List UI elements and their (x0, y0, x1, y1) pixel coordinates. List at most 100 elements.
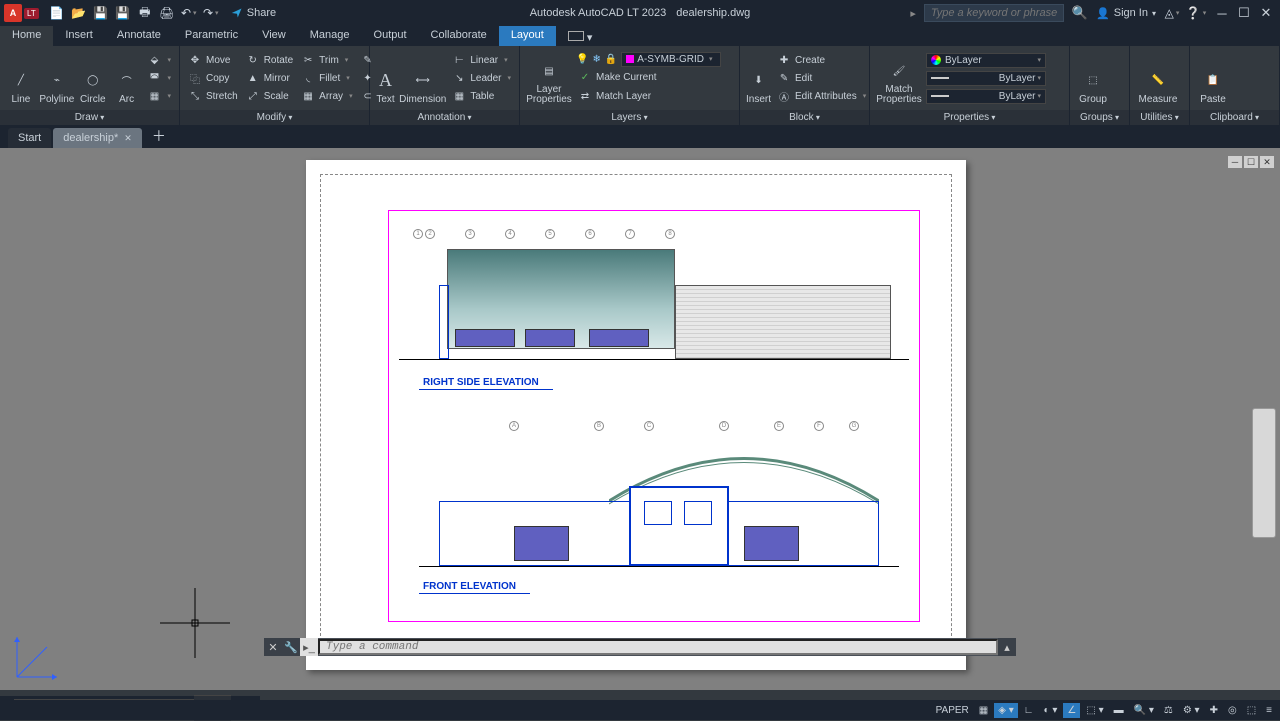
tab-express[interactable]: ▾ (556, 26, 605, 46)
panel-block-title[interactable]: Block (740, 110, 869, 125)
tab-layout[interactable]: Layout (499, 26, 556, 46)
command-input[interactable] (318, 639, 998, 655)
panel-clipboard-title[interactable]: Clipboard (1190, 110, 1279, 125)
open-icon[interactable]: 📂 (71, 5, 87, 21)
cmd-close-icon[interactable]: ✕ (264, 638, 282, 656)
anno-scale-icon[interactable]: ⚖ (1160, 703, 1177, 718)
misc-draw-3[interactable]: ▦ (145, 88, 173, 104)
close-tab-icon[interactable]: ✕ (124, 133, 132, 144)
layer-bulb-icon[interactable]: 💡 (576, 54, 588, 65)
layer-properties-button[interactable]: ▤Layer Properties (526, 49, 572, 107)
tab-home[interactable]: Home (0, 26, 53, 46)
lineweight-combo[interactable]: ByLayer (926, 71, 1046, 86)
cmd-config-icon[interactable]: 🔧 (282, 638, 300, 656)
paste-button[interactable]: 📋Paste (1196, 49, 1230, 107)
share-button[interactable]: Share (231, 7, 276, 19)
snap-toggle-icon[interactable]: ◈ ▾ (994, 703, 1018, 718)
grid-toggle-icon[interactable]: ▦ (975, 703, 992, 718)
layer-combo[interactable]: A-SYMB-GRID (621, 52, 721, 67)
redo-icon[interactable]: ↷ (203, 5, 219, 21)
edit-block-button[interactable]: ✎Edit (775, 70, 868, 86)
print-icon[interactable]: 🖨 (159, 5, 175, 21)
vp-close-icon[interactable]: ✕ (1260, 156, 1274, 168)
saveas-icon[interactable]: 💾 (115, 5, 131, 21)
signin-button[interactable]: 👤 Sign In ▾ (1096, 7, 1156, 20)
status-mode[interactable]: PAPER (932, 703, 973, 718)
panel-layers-title[interactable]: Layers (520, 110, 739, 125)
linear-button[interactable]: ⊢Linear (450, 52, 513, 68)
layer-lock-icon[interactable]: 🔒 (605, 54, 617, 65)
tab-view[interactable]: View (250, 26, 298, 46)
tab-start[interactable]: Start (8, 128, 51, 148)
line-button[interactable]: ╱Line (6, 49, 36, 107)
scale-icon[interactable]: 🔍 ▾ (1130, 703, 1158, 718)
tab-insert[interactable]: Insert (53, 26, 105, 46)
vp-minimize-icon[interactable]: ─ (1228, 156, 1242, 168)
cmd-history-icon[interactable]: ▴ (998, 638, 1016, 656)
save-icon[interactable]: 💾 (93, 5, 109, 21)
panel-modify-title[interactable]: Modify (180, 110, 369, 125)
anno-monitor-icon[interactable]: ✚ (1206, 703, 1222, 718)
copy-button[interactable]: ⿻Copy (186, 70, 240, 86)
panel-annotation-title[interactable]: Annotation (370, 110, 519, 125)
group-button[interactable]: ⬚Group (1076, 49, 1110, 107)
new-icon[interactable]: 📄 (49, 5, 65, 21)
cmd-prompt-icon[interactable]: ▸_ (300, 638, 318, 656)
tab-annotate[interactable]: Annotate (105, 26, 173, 46)
mirror-button[interactable]: ▲Mirror (244, 70, 295, 86)
color-combo[interactable]: ByLayer (926, 53, 1046, 68)
insert-block-button[interactable]: ⬇Insert (746, 49, 771, 107)
drawing-canvas[interactable]: ─ ☐ ✕ 1 2 3 4 5 6 7 8 (0, 148, 1280, 690)
panel-utilities-title[interactable]: Utilities (1130, 110, 1189, 125)
tab-file[interactable]: dealership*✕ (53, 128, 142, 148)
polar-toggle-icon[interactable]: ◐ ▾ (1040, 703, 1062, 718)
customize-icon[interactable]: ≡ (1262, 703, 1276, 718)
autodesk-app-icon[interactable]: ◬ (1164, 5, 1180, 21)
tab-collaborate[interactable]: Collaborate (419, 26, 499, 46)
plot-icon[interactable]: 🖶 (137, 5, 153, 21)
arc-button[interactable]: ⌒Arc (112, 49, 142, 107)
misc-draw-2[interactable]: ◚ (145, 70, 173, 86)
undo-icon[interactable]: ↶ (181, 5, 197, 21)
vp-maximize-icon[interactable]: ☐ (1244, 156, 1258, 168)
maximize-icon[interactable]: ☐ (1234, 5, 1254, 21)
tab-parametric[interactable]: Parametric (173, 26, 250, 46)
layer-freeze-icon[interactable]: ❄ (592, 54, 600, 65)
workspace-icon[interactable]: ⚙ ▾ (1179, 703, 1204, 718)
tab-manage[interactable]: Manage (298, 26, 362, 46)
app-icon[interactable]: A (4, 4, 22, 22)
search-icon[interactable]: 🔍 (1072, 5, 1088, 21)
hardware-accel-icon[interactable]: ⬚ (1243, 703, 1260, 718)
table-button[interactable]: ▦Table (450, 88, 513, 104)
circle-button[interactable]: ◯Circle (78, 49, 108, 107)
navigation-bar[interactable] (1252, 408, 1276, 538)
search-input[interactable] (924, 4, 1064, 22)
layout-viewport[interactable]: 1 2 3 4 5 6 7 8 RIGHT SIDE ELEVATION (388, 210, 920, 622)
trim-button[interactable]: ✂Trim (299, 52, 354, 68)
array-button[interactable]: ▦Array (299, 88, 354, 104)
lineweight-toggle-icon[interactable]: ▬ (1110, 703, 1128, 718)
tab-output[interactable]: Output (362, 26, 419, 46)
linetype-combo[interactable]: ByLayer (926, 89, 1046, 104)
osnap-toggle-icon[interactable]: ∠ (1063, 703, 1080, 718)
polyline-button[interactable]: ⌁Polyline (40, 49, 74, 107)
scale-button[interactable]: ⤢Scale (244, 88, 295, 104)
dimension-button[interactable]: ⟷Dimension (399, 49, 446, 107)
make-current-button[interactable]: ✓Make Current (576, 70, 721, 86)
panel-groups-title[interactable]: Groups (1070, 110, 1129, 125)
add-tab-button[interactable]: ＋ (144, 124, 174, 148)
match-layer-button[interactable]: ⇄Match Layer (576, 89, 721, 105)
leader-button[interactable]: ↘Leader (450, 70, 513, 86)
move-button[interactable]: ✥Move (186, 52, 240, 68)
edit-attrs-button[interactable]: ⒶEdit Attributes (775, 88, 868, 104)
isolate-icon[interactable]: ◎ (1224, 703, 1241, 718)
ortho-toggle-icon[interactable]: ∟ (1020, 703, 1038, 718)
match-properties-button[interactable]: 🖌Match Properties (876, 49, 922, 107)
close-icon[interactable]: ✕ (1256, 5, 1276, 21)
minimize-icon[interactable]: ─ (1212, 5, 1232, 21)
help-icon[interactable]: ❔ (1188, 5, 1204, 21)
rotate-button[interactable]: ↻Rotate (244, 52, 295, 68)
measure-button[interactable]: 📏Measure (1136, 49, 1180, 107)
stretch-button[interactable]: ⤡Stretch (186, 88, 240, 104)
fillet-button[interactable]: ◟Fillet (299, 70, 354, 86)
